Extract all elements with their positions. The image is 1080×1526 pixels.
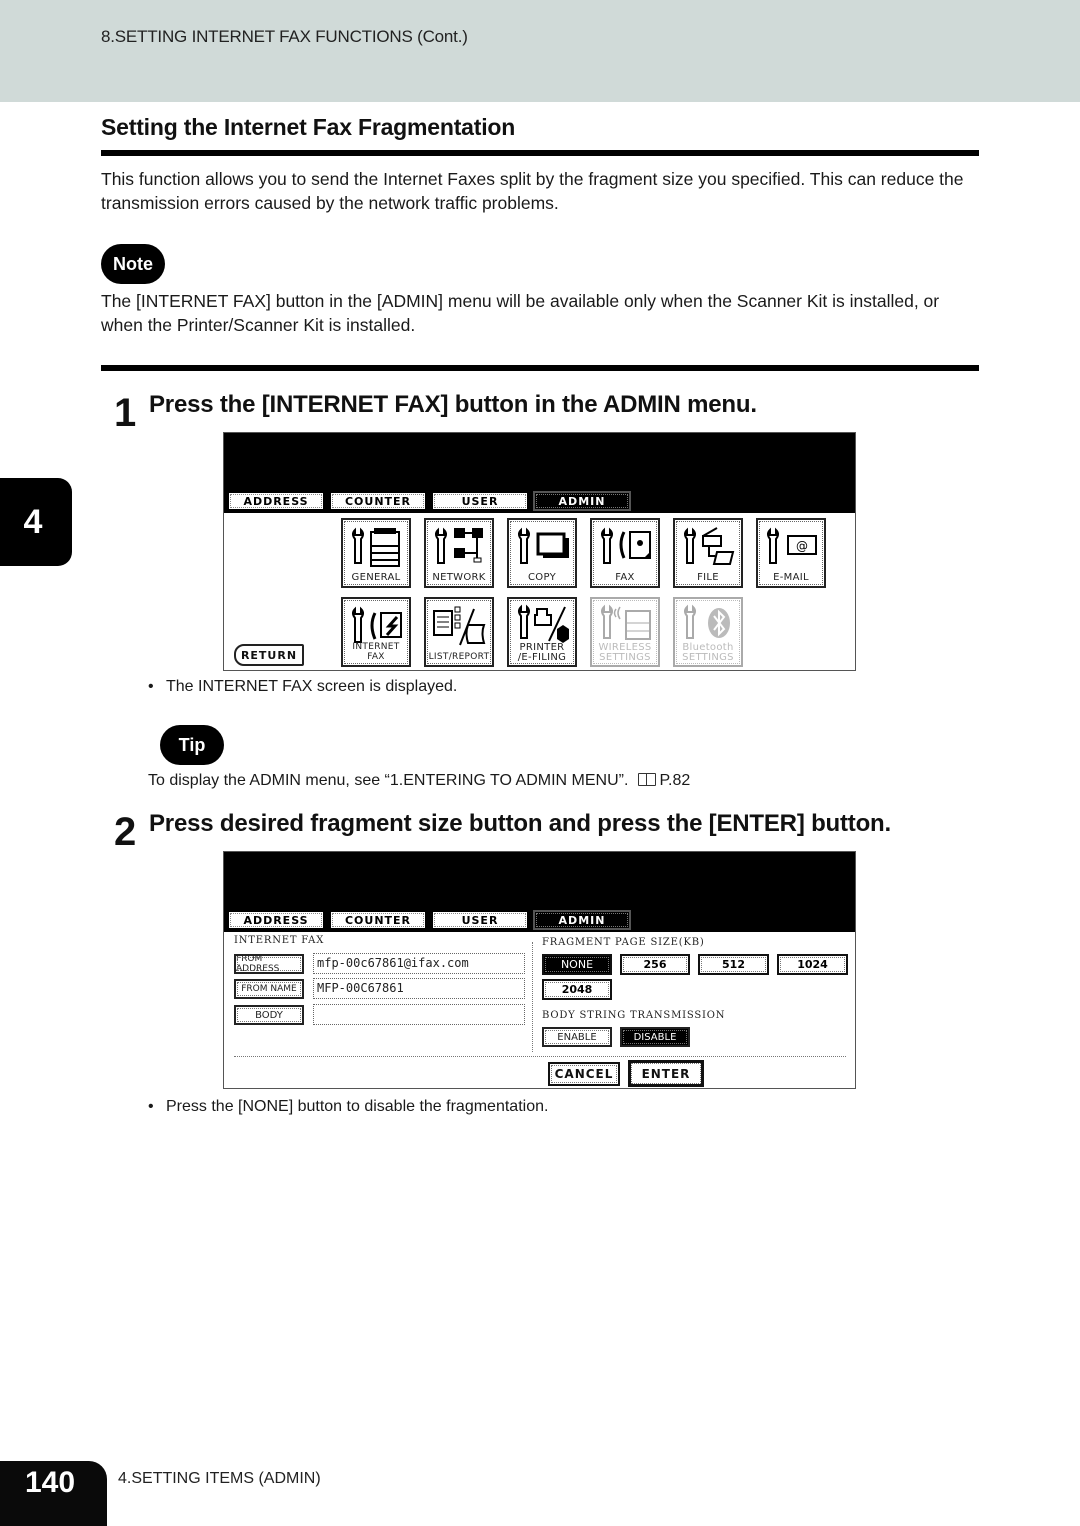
- fragment-none-button[interactable]: NONE: [542, 954, 612, 975]
- list-report-icon: [433, 606, 486, 646]
- tab-counter[interactable]: COUNTER: [329, 910, 427, 930]
- internet-fax-button[interactable]: INTERNET FAX: [341, 597, 411, 667]
- page-number: 140: [25, 1466, 76, 1499]
- network-icon: [435, 527, 483, 564]
- printer-efiling-label: PRINTER /E-FILING: [517, 642, 567, 663]
- from-address-button[interactable]: FROM ADDRESS: [234, 954, 304, 974]
- svg-text:@: @: [796, 539, 808, 553]
- enter-button[interactable]: ENTER: [628, 1060, 704, 1087]
- bluetooth-settings-label: Bluetooth SETTINGS: [682, 642, 734, 663]
- file-label: FILE: [697, 572, 719, 583]
- step-1-bullet: • The INTERNET FAX screen is displayed.: [148, 678, 458, 695]
- footer-chapter-title: 4.SETTING ITEMS (ADMIN): [118, 1470, 321, 1487]
- bullet-dot: •: [148, 678, 154, 695]
- intro-paragraph: This function allows you to send the Int…: [101, 169, 964, 213]
- return-button[interactable]: RETURN: [234, 644, 304, 666]
- bullet-dot: •: [148, 1098, 154, 1115]
- fragment-1024-button[interactable]: 1024: [777, 954, 848, 975]
- tab-admin[interactable]: ADMIN: [533, 910, 631, 930]
- email-label: E-MAIL: [773, 572, 809, 583]
- fax-button[interactable]: FAX: [590, 518, 660, 588]
- tab-counter[interactable]: COUNTER: [329, 491, 427, 511]
- list-report-button[interactable]: LIST/REPORT: [424, 597, 494, 667]
- body-string-disable-button[interactable]: DISABLE: [620, 1027, 690, 1047]
- tab-admin[interactable]: ADMIN: [533, 491, 631, 511]
- fragment-256-button[interactable]: 256: [620, 954, 690, 975]
- fragment-size-label: FRAGMENT PAGE SIZE(KB): [542, 937, 705, 948]
- internet-fax-label: INTERNET FAX: [352, 642, 400, 662]
- tip-text: To display the ADMIN menu, see “1.ENTERI…: [148, 772, 691, 789]
- chapter-tab: 4: [0, 478, 72, 566]
- internet-fax-screen: ADDRESS COUNTER USER ADMIN INTERNET FAX …: [223, 851, 856, 1089]
- from-name-button[interactable]: FROM NAME: [234, 979, 304, 999]
- file-folder-icon: [684, 527, 735, 565]
- fax-icon: [601, 527, 651, 564]
- step-rule: [101, 365, 979, 371]
- tab-address[interactable]: ADDRESS: [227, 491, 325, 511]
- note-badge: Note: [101, 244, 165, 284]
- list-report-label: LIST/REPORT: [428, 652, 490, 662]
- email-button[interactable]: @ E-MAIL: [756, 518, 826, 588]
- copy-icon: [518, 527, 569, 564]
- tab-user[interactable]: USER: [431, 910, 529, 930]
- tab-user[interactable]: USER: [431, 491, 529, 511]
- running-header: 8.SETTING INTERNET FAX FUNCTIONS (Cont.): [0, 0, 1080, 102]
- body-string-label: BODY STRING TRANSMISSION: [542, 1010, 726, 1021]
- book-icon: [638, 773, 657, 786]
- copy-label: COPY: [528, 572, 556, 583]
- running-title: 8.SETTING INTERNET FAX FUNCTIONS (Cont.): [101, 27, 468, 46]
- file-button[interactable]: FILE: [673, 518, 743, 588]
- network-button[interactable]: NETWORK: [424, 518, 494, 588]
- bluetooth-settings-button: Bluetooth SETTINGS: [673, 597, 743, 667]
- general-label: GENERAL: [351, 572, 401, 583]
- title-rule: [101, 150, 979, 156]
- admin-menu-screen: ADDRESS COUNTER USER ADMIN GENERAL NETWO…: [223, 432, 856, 671]
- column-divider: [532, 942, 533, 1052]
- wireless-settings-button: WIRELESS SETTINGS: [590, 597, 660, 667]
- wireless-settings-label: WIRELESS SETTINGS: [598, 642, 652, 663]
- body-field[interactable]: [313, 1004, 525, 1025]
- step-2-title: Press desired fragment size button and p…: [149, 810, 891, 837]
- printer-efiling-icon: [518, 604, 569, 643]
- general-button[interactable]: GENERAL: [341, 518, 411, 588]
- fragment-2048-button[interactable]: 2048: [542, 979, 612, 1000]
- fax-label: FAX: [615, 572, 635, 583]
- body-button[interactable]: BODY: [234, 1005, 304, 1025]
- step-1-number: 1: [114, 391, 137, 435]
- screen-tabs: ADDRESS COUNTER USER ADMIN: [227, 910, 631, 930]
- tab-address[interactable]: ADDRESS: [227, 910, 325, 930]
- step-2-number: 2: [114, 810, 137, 854]
- body-string-enable-button[interactable]: ENABLE: [542, 1027, 612, 1047]
- printer-efiling-button[interactable]: PRINTER /E-FILING: [507, 597, 577, 667]
- fragment-512-button[interactable]: 512: [698, 954, 769, 975]
- screen-tabs: ADDRESS COUNTER USER ADMIN: [227, 491, 631, 511]
- wireless-icon: [601, 604, 651, 640]
- section-title: Setting the Internet Fax Fragmentation: [101, 114, 516, 140]
- note-text: The [INTERNET FAX] button in the [ADMIN]…: [101, 291, 940, 335]
- copy-button[interactable]: COPY: [507, 518, 577, 588]
- tip-badge: Tip: [160, 725, 224, 765]
- tip-page-ref[interactable]: P.82: [659, 772, 690, 789]
- from-address-field[interactable]: mfp-00c67861@ifax.com: [313, 953, 525, 974]
- copier-icon: [352, 527, 400, 567]
- network-label: NETWORK: [432, 572, 486, 583]
- email-icon: @: [767, 527, 817, 564]
- screen-title: INTERNET FAX: [234, 935, 325, 946]
- row-divider: [234, 1056, 846, 1057]
- step-2-bullet: • Press the [NONE] button to disable the …: [148, 1098, 549, 1115]
- from-name-field[interactable]: MFP-00C67861: [313, 978, 525, 999]
- step-1-title: Press the [INTERNET FAX] button in the A…: [149, 391, 757, 418]
- cancel-button[interactable]: CANCEL: [548, 1062, 620, 1086]
- bluetooth-icon: [684, 604, 730, 639]
